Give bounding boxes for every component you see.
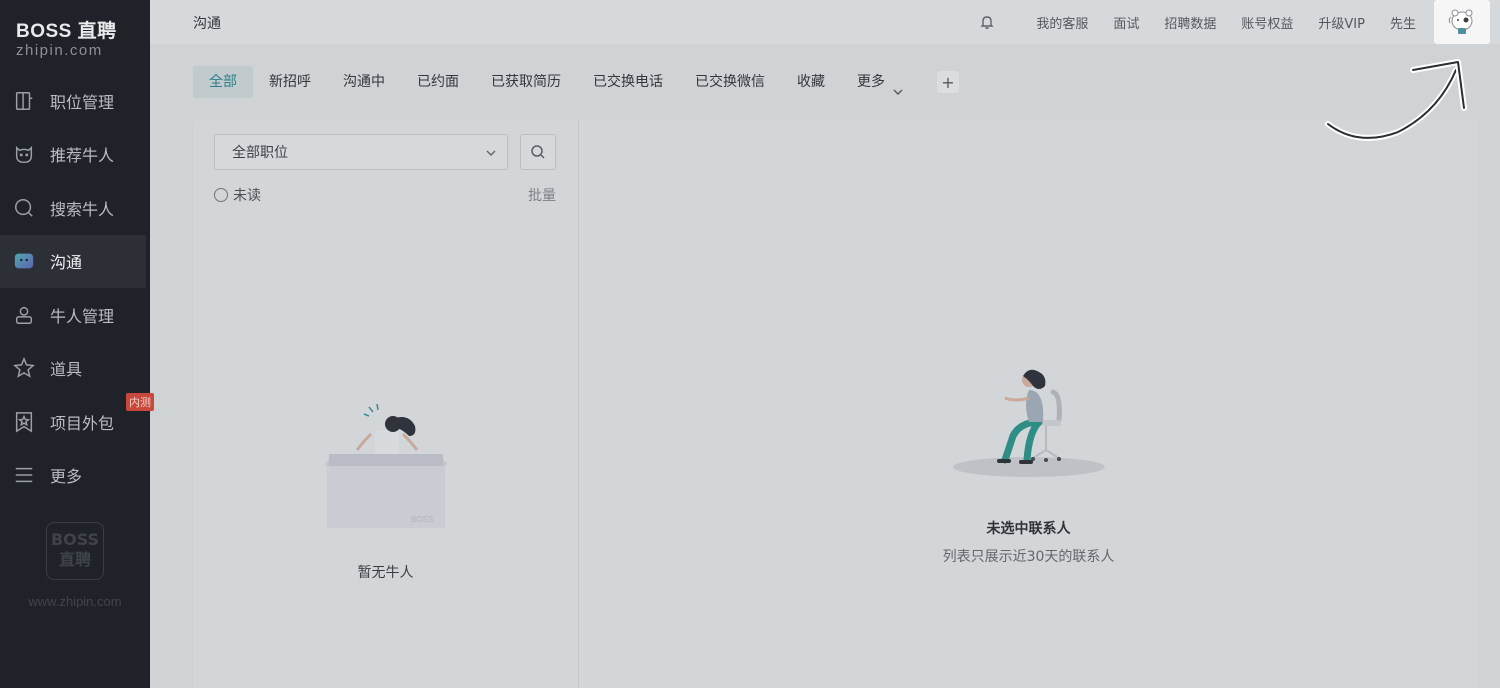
add-tab-button[interactable]: + xyxy=(937,71,959,93)
sidebar-item-talent-manage[interactable]: 牛人管理 xyxy=(0,288,150,342)
beta-badge: 内测 xyxy=(126,393,154,411)
search-button[interactable] xyxy=(520,134,556,170)
empty-subtitle: 列表只展示近30天的联系人 xyxy=(942,549,1115,565)
star-icon xyxy=(13,357,35,379)
nav-customer-service[interactable]: 我的客服 xyxy=(1036,13,1088,32)
tab-more[interactable]: 更多 xyxy=(841,66,919,98)
tab-more-label: 更多 xyxy=(857,74,885,90)
chevron-down-icon xyxy=(485,147,497,159)
badge-star-icon xyxy=(13,411,35,433)
tab-new-greeting[interactable]: 新招呼 xyxy=(253,66,327,98)
top-nav: 我的客服 面试 招聘数据 账号权益 升级VIP 先生 xyxy=(979,0,1500,44)
logo-sub-text: zhipin.com xyxy=(16,42,103,59)
annotation-arrow-icon xyxy=(1325,59,1467,141)
footer-url: www.zhipin.com xyxy=(28,594,122,609)
nav-recruit-data[interactable]: 招聘数据 xyxy=(1164,13,1216,32)
sidebar-nav: 职位管理 推荐牛人 搜索牛人 沟通 牛人管理 道具 项目外包 内测 更多 xyxy=(0,74,154,503)
nav-upgrade-vip[interactable]: 升级VIP xyxy=(1318,13,1365,32)
sidebar-item-more[interactable]: 更多 xyxy=(0,449,150,503)
unread-label: 未读 xyxy=(233,188,261,204)
sidebar-item-chat[interactable]: 沟通 xyxy=(0,234,146,288)
unread-radio[interactable] xyxy=(214,188,228,202)
top-bar: 沟通 我的客服 面试 招聘数据 账号权益 升级VIP 先生 xyxy=(150,0,1500,44)
batch-button[interactable]: 批量 xyxy=(528,185,556,205)
nav-interview[interactable]: 面试 xyxy=(1113,13,1139,32)
contact-list-panel: 全部职位 未读 批量 BOSS 暂无牛人 xyxy=(193,119,578,688)
tab-all[interactable]: 全部 xyxy=(193,66,253,98)
menu-icon xyxy=(13,464,35,486)
sidebar-item-label: 搜索牛人 xyxy=(50,199,115,219)
empty-title: 未选中联系人 xyxy=(986,521,1071,537)
tab-favorites[interactable]: 收藏 xyxy=(781,66,841,98)
sidebar-item-search[interactable]: 搜索牛人 xyxy=(0,181,150,235)
sidebar-item-label: 牛人管理 xyxy=(50,306,115,326)
tab-resume-received[interactable]: 已获取简历 xyxy=(475,66,577,98)
sidebar-item-label: 道具 xyxy=(50,360,83,380)
empty-state-right: 未选中联系人 列表只展示近30天的联系人 xyxy=(579,364,1478,566)
sidebar-item-label: 更多 xyxy=(50,467,83,487)
chat-icon xyxy=(13,250,35,272)
avatar[interactable] xyxy=(1434,0,1490,44)
filter-tabs: 全部 新招呼 沟通中 已约面 已获取简历 已交换电话 已交换微信 收藏 更多 + xyxy=(193,66,959,98)
sidebar-footer: BOSS 直聘 www.zhipin.com xyxy=(0,522,150,609)
empty-state-left: BOSS 暂无牛人 xyxy=(193,403,578,582)
unread-filter[interactable]: 未读 xyxy=(214,185,261,205)
search-icon xyxy=(13,197,35,219)
box-brand-text: BOSS xyxy=(411,515,433,524)
person-on-chair-illustration xyxy=(952,369,1105,477)
nav-account-rights[interactable]: 账号权益 xyxy=(1241,13,1293,32)
footer-logo-line2: 直聘 xyxy=(58,550,91,569)
job-icon xyxy=(13,90,35,112)
tab-in-communication[interactable]: 沟通中 xyxy=(327,66,401,98)
empty-text: 暂无牛人 xyxy=(357,565,414,581)
footer-logo-line1: BOSS xyxy=(50,530,100,549)
sidebar: BOSS 直聘 zhipin.com 职位管理 推荐牛人 搜索牛人 沟通 牛人管… xyxy=(0,0,154,688)
sidebar-item-label: 沟通 xyxy=(50,253,83,273)
sidebar-item-label: 推荐牛人 xyxy=(50,146,115,166)
chat-detail-panel: 未选中联系人 列表只展示近30天的联系人 xyxy=(579,119,1478,688)
sidebar-item-jobs[interactable]: 职位管理 xyxy=(0,74,150,128)
sidebar-item-label: 职位管理 xyxy=(50,92,115,112)
tab-phone-exchanged[interactable]: 已交换电话 xyxy=(577,66,679,98)
sidebar-item-label: 项目外包 xyxy=(50,413,115,433)
cat-face-icon xyxy=(13,143,35,165)
sidebar-item-tools[interactable]: 道具 xyxy=(0,342,150,396)
bell-icon[interactable] xyxy=(979,14,995,30)
search-icon xyxy=(531,145,545,159)
chevron-down-icon xyxy=(893,77,903,95)
cartoon-avatar-icon xyxy=(1448,9,1473,34)
job-select[interactable]: 全部职位 xyxy=(214,134,508,170)
job-select-value: 全部职位 xyxy=(232,145,288,161)
logo-main-text: BOSS 直聘 xyxy=(16,21,117,42)
page-title: 沟通 xyxy=(193,16,221,32)
user-name[interactable]: 先生 xyxy=(1390,13,1416,32)
sidebar-item-recommend[interactable]: 推荐牛人 xyxy=(0,128,150,182)
empty-box-illustration: BOSS xyxy=(324,403,447,528)
tab-interview-scheduled[interactable]: 已约面 xyxy=(401,66,475,98)
person-icon xyxy=(13,304,35,326)
tab-wechat-exchanged[interactable]: 已交换微信 xyxy=(679,66,781,98)
sidebar-item-outsourcing[interactable]: 项目外包 内测 xyxy=(0,393,154,449)
brand-logo[interactable]: BOSS 直聘 zhipin.com xyxy=(16,16,136,59)
footer-logo: BOSS 直聘 xyxy=(46,522,104,580)
